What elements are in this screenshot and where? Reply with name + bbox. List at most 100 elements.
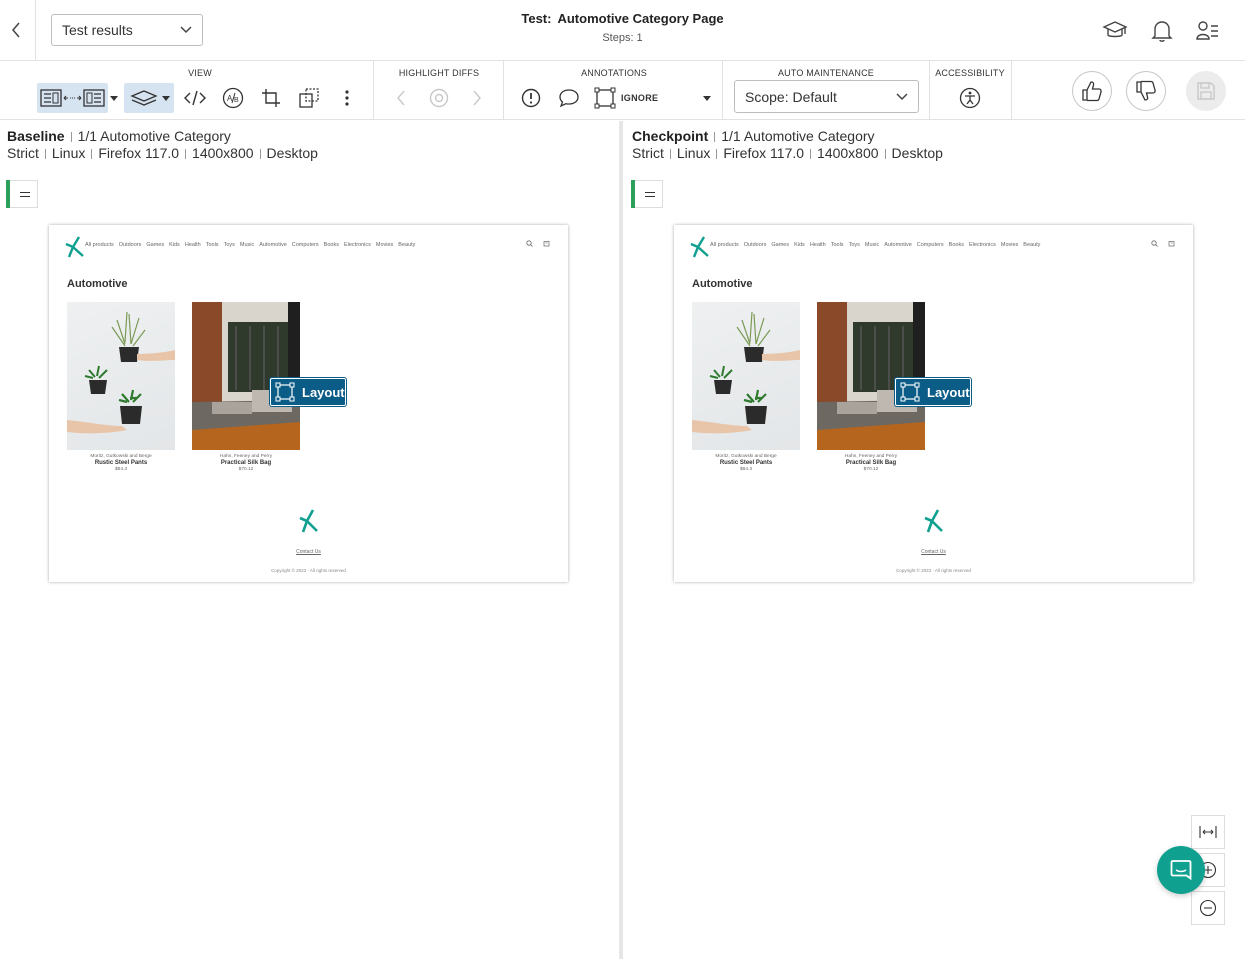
add-issue-button[interactable] — [518, 83, 544, 113]
group-divider — [373, 61, 374, 119]
chevron-down-icon — [896, 92, 908, 100]
living-room-image — [192, 302, 300, 450]
equals-icon — [645, 192, 655, 197]
svg-text:B: B — [234, 97, 239, 104]
comment-icon — [559, 89, 579, 108]
annotations-label: ANNOTATIONS — [581, 68, 647, 78]
layout-region-badge[interactable]: Layout — [270, 378, 346, 406]
site-logo — [65, 236, 85, 258]
save-icon — [1197, 82, 1215, 100]
tutorials-button[interactable] — [1102, 18, 1128, 44]
bell-icon — [1151, 21, 1173, 42]
user-list-icon — [1196, 21, 1218, 40]
contact-link: Contact Us — [296, 549, 321, 555]
steps-count: Steps: 1 — [602, 32, 643, 44]
search-icon — [526, 240, 533, 247]
fit-width-icon — [1199, 826, 1217, 838]
text-compare-icon: AB — [222, 87, 244, 109]
chevron-left-icon — [397, 90, 405, 106]
save-button[interactable] — [1186, 71, 1226, 111]
more-vertical-icon — [345, 90, 349, 106]
thumbs-down-icon — [1136, 80, 1156, 101]
layers-icon — [130, 90, 170, 106]
scope-value: Scope: Default — [745, 88, 837, 105]
region-select-icon — [900, 382, 920, 402]
previous-diff-button[interactable] — [390, 83, 412, 113]
site-nav: All products Outdoors Games Kids Health Tools… — [85, 242, 416, 248]
top-bar: Test results Test: Automotive Category Pa… — [0, 0, 1245, 61]
next-diff-button[interactable] — [466, 83, 488, 113]
chat-launcher-button[interactable] — [1157, 846, 1205, 894]
notifications-button[interactable] — [1149, 18, 1175, 44]
overlap-region-icon — [299, 88, 319, 108]
accessibility-label: ACCESSIBILITY — [935, 68, 1005, 78]
accessibility-button[interactable] — [957, 83, 983, 113]
crop-button[interactable] — [258, 83, 284, 113]
region-type-dropdown[interactable] — [700, 83, 714, 113]
caret-down-icon — [703, 95, 711, 101]
layers-toggle[interactable] — [124, 83, 174, 113]
view-group-label: VIEW — [188, 68, 212, 78]
group-divider — [1011, 61, 1012, 119]
zoom-out-icon — [1199, 899, 1217, 917]
highlight-diffs-label: HIGHLIGHT DIFFS — [398, 68, 480, 78]
layout-region-badge[interactable]: Layout — [895, 378, 971, 406]
thumbs-up-icon — [1082, 81, 1102, 102]
product-card: Moritz, Gutkowski and Berge Rustic Steel… — [692, 302, 800, 472]
copyright-text: Copyright © 2023 · All rights reserved — [896, 568, 971, 573]
search-icon — [1151, 240, 1158, 247]
checkpoint-panel: Checkpoint 1/1 Automotive Category Strict… — [623, 121, 1245, 959]
accessibility-icon — [959, 87, 981, 109]
chat-icon — [1170, 860, 1192, 881]
account-button[interactable] — [1195, 18, 1221, 44]
plants-image — [67, 302, 175, 450]
checkpoint-meta: Strict Linux Firefox 117.0 1400x800 Desktop — [632, 145, 943, 161]
ignore-region-tool[interactable]: IGNORE — [594, 83, 674, 113]
page-title: Test: Automotive Category Page — [521, 11, 724, 26]
add-remark-button[interactable] — [556, 83, 582, 113]
contact-link: Contact Us — [921, 549, 946, 555]
copyright-text: Copyright © 2023 · All rights reserved — [271, 568, 346, 573]
site-logo — [690, 236, 710, 258]
alert-circle-icon — [521, 88, 541, 108]
code-icon — [184, 90, 206, 106]
caret-down-icon — [110, 95, 118, 101]
compare-mode-dropdown[interactable] — [109, 83, 119, 113]
cart-icon — [1168, 241, 1175, 247]
checkpoint-header: Checkpoint 1/1 Automotive Category — [632, 128, 875, 144]
more-options-button[interactable] — [336, 83, 358, 113]
dom-view-button[interactable] — [182, 83, 208, 113]
plants-image — [692, 302, 800, 450]
chevron-right-icon — [473, 90, 481, 106]
auto-maintenance-label: AUTO MAINTENANCE — [777, 68, 875, 78]
footer-logo — [299, 509, 319, 533]
accept-button[interactable] — [1072, 71, 1112, 111]
footer-logo — [924, 509, 944, 533]
region-select-icon — [594, 87, 616, 109]
region-compare-button[interactable] — [296, 83, 322, 113]
text-diff-button[interactable]: AB — [220, 83, 246, 113]
match-status-button[interactable] — [6, 180, 38, 208]
cart-icon — [543, 241, 550, 247]
graduation-cap-icon — [1102, 21, 1128, 38]
highlight-diffs-button[interactable] — [427, 83, 451, 113]
group-divider — [929, 61, 930, 119]
toolbar: VIEW AB HIGHLIGHT DIFFS ANNOTATIONS IGNO… — [0, 61, 1245, 120]
crop-icon — [262, 89, 280, 107]
side-by-side-icon — [39, 89, 105, 107]
baseline-panel: Baseline 1/1 Automotive Category Strict Li… — [0, 121, 619, 959]
equals-icon — [20, 192, 30, 197]
ignore-label: IGNORE — [621, 93, 659, 103]
side-by-side-toggle[interactable] — [37, 83, 108, 113]
reject-button[interactable] — [1126, 71, 1166, 111]
region-select-icon — [275, 382, 295, 402]
zoom-out-button[interactable] — [1191, 891, 1225, 925]
product-card: Moritz, Gutkowski and Berge Rustic Steel… — [67, 302, 175, 472]
group-divider — [503, 61, 504, 119]
match-status-button[interactable] — [631, 180, 663, 208]
scope-dropdown[interactable]: Scope: Default — [734, 80, 919, 113]
target-icon — [429, 88, 449, 108]
fit-width-button[interactable] — [1191, 815, 1225, 849]
baseline-meta: Strict Linux Firefox 117.0 1400x800 Desktop — [7, 145, 318, 161]
living-room-image — [817, 302, 925, 450]
